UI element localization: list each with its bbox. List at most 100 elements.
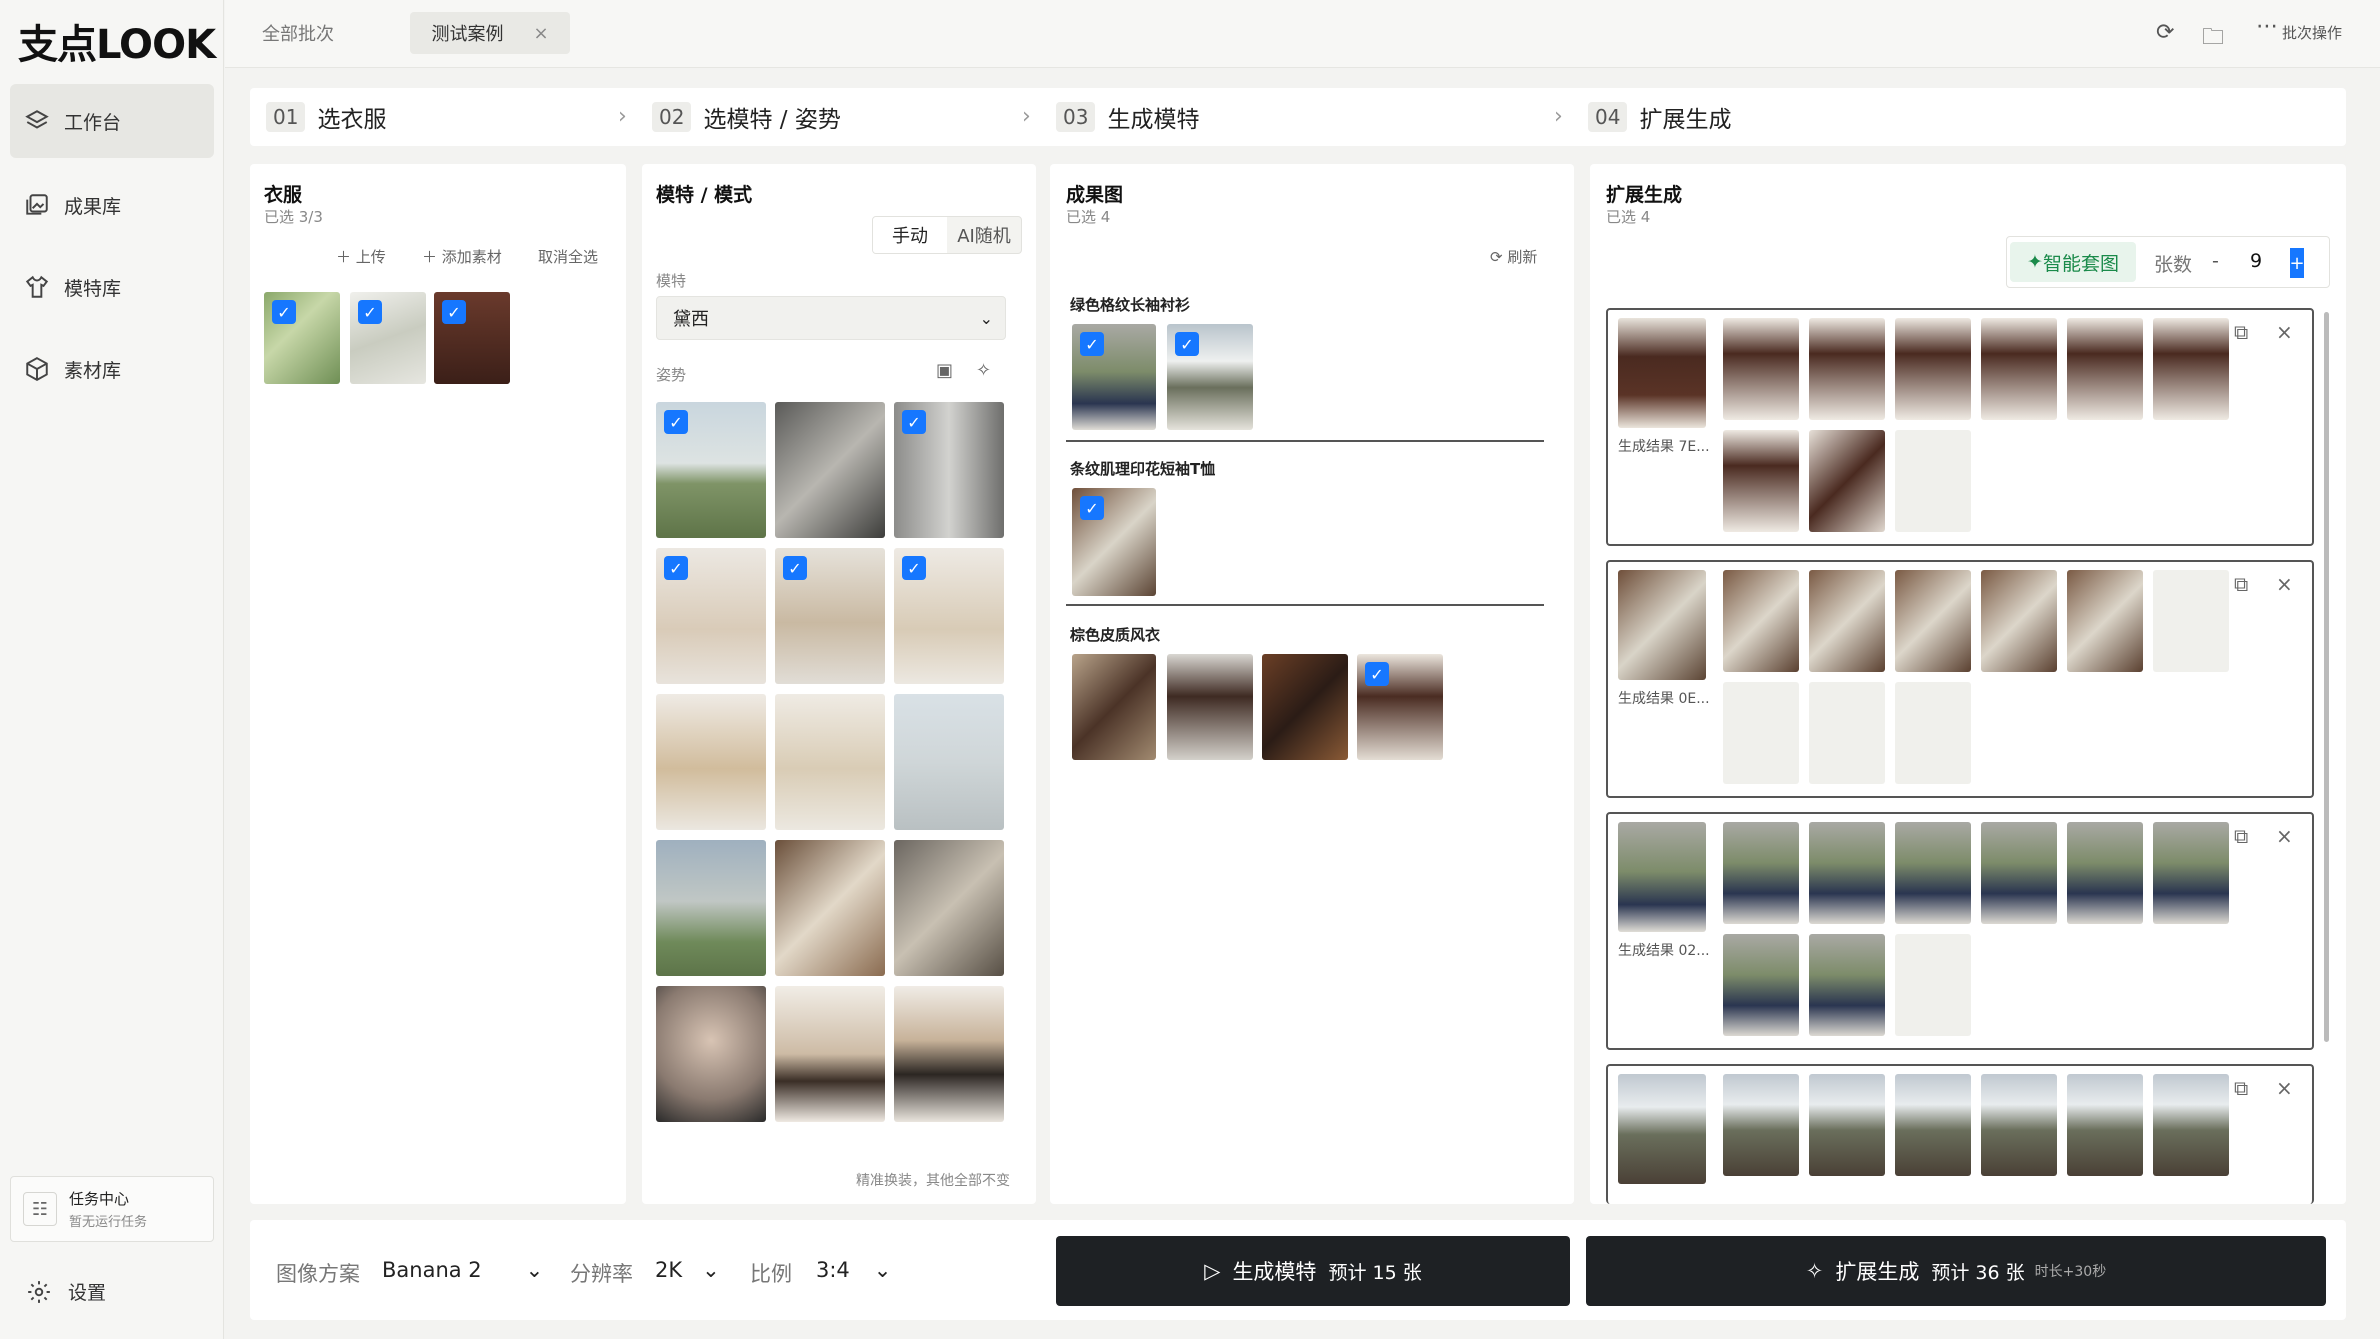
upload-button[interactable]: ＋ 上传 [336, 246, 386, 267]
pose-thumb[interactable] [775, 840, 885, 976]
checkbox-checked[interactable]: ✓ [1080, 332, 1104, 356]
result-thumb[interactable] [1262, 654, 1348, 760]
result-thumb[interactable]: ✓ [1167, 324, 1253, 430]
pose-thumb[interactable] [894, 840, 1004, 976]
pose-thumb[interactable] [775, 402, 885, 538]
expand-source-thumb[interactable] [1618, 318, 1706, 428]
expand-thumb[interactable] [1809, 430, 1885, 532]
checkbox-checked[interactable]: ✓ [783, 556, 807, 580]
close-icon[interactable]: × [2276, 320, 2293, 344]
expand-thumb[interactable] [1723, 570, 1799, 672]
checkbox-checked[interactable]: ✓ [272, 300, 296, 324]
generate-model-button[interactable]: ▷ 生成模特 预计 15 张 [1056, 1236, 1570, 1306]
settings-button[interactable]: 设置 [26, 1278, 106, 1305]
pose-thumb[interactable] [894, 986, 1004, 1122]
count-plus-button[interactable]: + [2289, 248, 2305, 278]
pose-thumb[interactable] [894, 694, 1004, 830]
sidebar-item-results[interactable]: 成果库 [10, 168, 214, 242]
result-thumb[interactable] [1167, 654, 1253, 760]
open-external-icon[interactable]: ⧉ [2234, 572, 2248, 596]
expand-thumb[interactable] [2067, 570, 2143, 672]
close-icon[interactable]: × [2276, 572, 2293, 596]
refresh-button[interactable]: ⟳ 刷新 [1490, 246, 1537, 267]
checkbox-checked[interactable]: ✓ [902, 556, 926, 580]
pose-thumb[interactable]: ✓ [656, 402, 766, 538]
close-icon[interactable]: × [533, 23, 548, 44]
refresh-icon[interactable]: ⟳ [2156, 20, 2174, 45]
result-thumb[interactable] [1072, 654, 1156, 760]
count-minus-button[interactable]: - [2212, 250, 2219, 272]
checkbox-checked[interactable]: ✓ [902, 410, 926, 434]
expand-thumb[interactable] [1895, 1074, 1971, 1176]
close-icon[interactable]: × [2276, 824, 2293, 848]
sidebar-item-models[interactable]: 模特库 [10, 250, 214, 324]
expand-source-thumb[interactable] [1618, 1074, 1706, 1184]
expand-thumb[interactable] [1895, 318, 1971, 420]
ratio-select[interactable]: 3:4 ⌄ [816, 1258, 891, 1282]
expand-source-thumb[interactable] [1618, 570, 1706, 680]
checkbox-checked[interactable]: ✓ [664, 410, 688, 434]
expand-thumb[interactable] [1723, 1074, 1799, 1176]
expand-thumb[interactable] [1723, 822, 1799, 924]
checkbox-checked[interactable]: ✓ [664, 556, 688, 580]
deselect-all-button[interactable]: 取消全选 [538, 246, 598, 267]
expand-source-thumb[interactable] [1618, 822, 1706, 932]
checkbox-checked[interactable]: ✓ [1175, 332, 1199, 356]
expand-thumb[interactable] [1981, 318, 2057, 420]
pose-thumb[interactable] [775, 986, 885, 1122]
model-select[interactable]: 黛西 ⌄ [656, 296, 1006, 340]
checkbox-checked[interactable]: ✓ [358, 300, 382, 324]
expand-thumb[interactable] [1895, 822, 1971, 924]
pose-thumb[interactable]: ✓ [775, 548, 885, 684]
scrollbar[interactable] [2324, 312, 2329, 1042]
result-thumb[interactable]: ✓ [1357, 654, 1443, 760]
expand-thumb[interactable] [1723, 430, 1799, 532]
checkbox-checked[interactable]: ✓ [1365, 662, 1389, 686]
pose-thumb[interactable]: ✓ [894, 548, 1004, 684]
clothing-thumb[interactable]: ✓ [350, 292, 426, 384]
pose-thumb[interactable]: ✓ [656, 548, 766, 684]
open-external-icon[interactable]: ⧉ [2234, 824, 2248, 848]
task-center[interactable]: ☷ 任务中心 暂无运行任务 [10, 1176, 214, 1242]
tab-test-case[interactable]: 测试案例 × [410, 12, 570, 54]
expand-thumb[interactable] [2153, 318, 2229, 420]
expand-thumb[interactable] [1809, 318, 1885, 420]
expand-thumb[interactable] [1981, 1074, 2057, 1176]
batch-operation[interactable]: 批次操作 [2282, 22, 2342, 43]
expand-thumb[interactable] [1723, 318, 1799, 420]
expand-thumb[interactable] [1981, 570, 2057, 672]
expand-thumb[interactable] [1981, 822, 2057, 924]
add-material-button[interactable]: ＋ 添加素材 [422, 246, 502, 267]
pose-thumb[interactable]: ✓ [894, 402, 1004, 538]
expand-thumb[interactable] [1809, 1074, 1885, 1176]
pose-thumb[interactable] [775, 694, 885, 830]
open-external-icon[interactable]: ⧉ [2234, 1076, 2248, 1100]
scheme-select[interactable]: Banana 2 ⌄ [382, 1258, 543, 1282]
more-icon[interactable]: ⋯ [2256, 14, 2278, 39]
expand-thumb[interactable] [2067, 822, 2143, 924]
folder-icon[interactable]: 🗀 [2202, 20, 2224, 58]
expand-thumb[interactable] [2153, 1074, 2229, 1176]
tab-all-batches[interactable]: 全部批次 [262, 20, 334, 46]
expand-thumb[interactable] [1809, 934, 1885, 1036]
sidebar-item-materials[interactable]: 素材库 [10, 332, 214, 406]
checkbox-checked[interactable]: ✓ [1080, 496, 1104, 520]
pose-thumb[interactable] [656, 840, 766, 976]
smart-set-button[interactable]: ✦ 智能套图 [2010, 242, 2136, 282]
resolution-select[interactable]: 2K ⌄ [655, 1258, 720, 1282]
sidebar-item-workbench[interactable]: 工作台 [10, 84, 214, 158]
mode-toggle[interactable]: 手动 AI随机 [872, 216, 1022, 254]
clothing-thumb[interactable]: ✓ [434, 292, 510, 384]
expand-thumb[interactable] [1809, 570, 1885, 672]
pose-thumb[interactable] [656, 986, 766, 1122]
result-thumb[interactable]: ✓ [1072, 324, 1156, 430]
clothing-thumb[interactable]: ✓ [264, 292, 340, 384]
expand-thumb[interactable] [1895, 570, 1971, 672]
image-icon[interactable]: ▣ [936, 360, 953, 381]
sparkle-icon[interactable]: ✧ [976, 360, 991, 381]
result-thumb[interactable]: ✓ [1072, 488, 1156, 596]
mode-manual[interactable]: 手动 [873, 217, 947, 253]
mode-ai-random[interactable]: AI随机 [947, 217, 1021, 253]
expand-thumb[interactable] [1809, 822, 1885, 924]
open-external-icon[interactable]: ⧉ [2234, 320, 2248, 344]
